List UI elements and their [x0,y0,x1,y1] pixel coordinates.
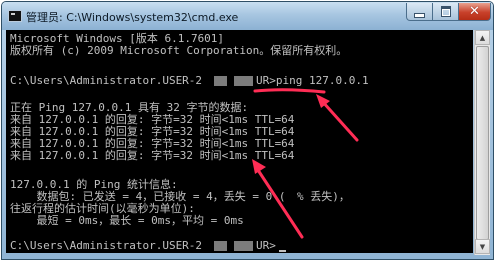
chevron-up-icon: ▲ [479,33,486,42]
ping-stats-loss: % 丢失)， [297,190,350,203]
maximize-icon [440,6,451,17]
redaction-mask [234,76,253,86]
redaction-mask [234,241,253,251]
close-button[interactable]: ✕ [458,3,491,21]
minimize-button[interactable] [406,3,433,21]
ping-stats-times: 最短 = 0ms，最长 = 0ms，平均 = 0ms [10,214,244,227]
ping-command: UR>ping 127.0.0.1 [256,74,369,87]
redaction-mask [214,241,227,251]
redaction-mask [214,76,227,86]
close-icon: ✕ [469,4,480,19]
scroll-thumb[interactable] [476,46,489,240]
prompt-line-prefix: C:\Users\Administrator.USER-2 [10,74,203,87]
window-title: 管理员: C:\Windows\system32\cmd.exe [26,11,239,24]
scroll-down-button[interactable]: ▼ [475,239,490,254]
text-cursor [279,250,286,252]
maximize-button[interactable] [432,3,459,21]
prompt-suffix: UR> [256,239,276,252]
title-bar[interactable]: 管理员: C:\Windows\system32\cmd.exe ✕ [2,2,493,30]
chevron-down-icon: ▼ [479,242,486,251]
console-output[interactable]: Microsoft Windows [版本 6.1.7601] 版权所有 (c)… [6,30,473,253]
ping-reply: 来自 127.0.0.1 的回复: 字节=32 时间<1ms TTL=64 [10,149,295,162]
minimize-icon [414,12,425,18]
console-line: 版权所有 (c) 2009 Microsoft Corporation。保留所有… [10,44,348,57]
cmd-icon[interactable] [8,10,22,22]
prompt-line-prefix: C:\Users\Administrator.USER-2 [10,239,203,252]
vertical-scrollbar[interactable]: ▲ ▼ [474,30,490,255]
scroll-up-button[interactable]: ▲ [475,30,490,45]
